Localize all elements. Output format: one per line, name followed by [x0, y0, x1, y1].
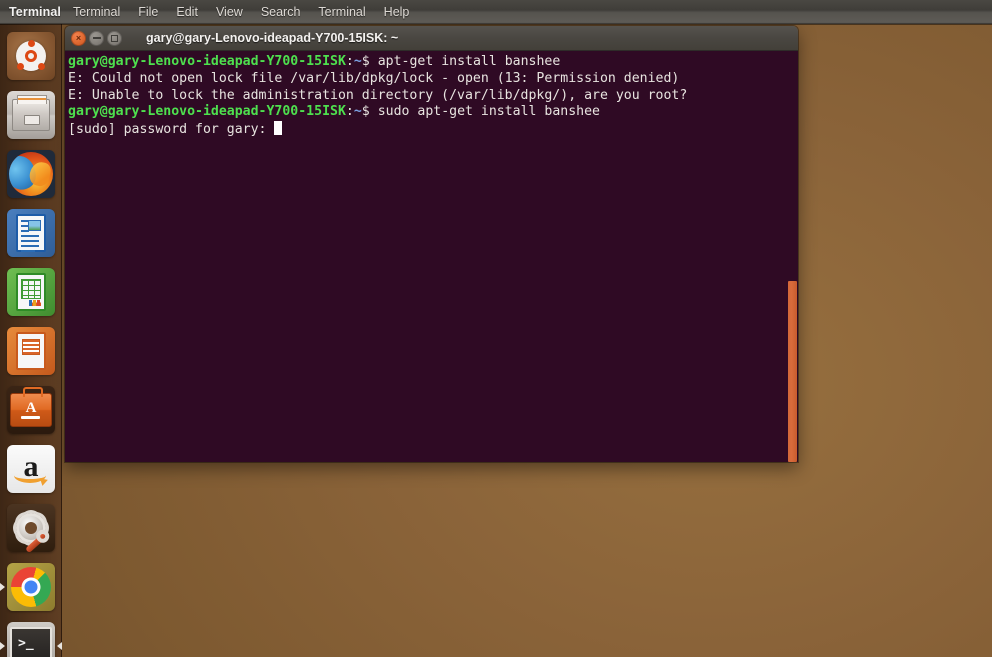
dash-dot-top	[27, 39, 35, 47]
terminal-line-2: E: Could not open lock file /var/lib/dpk…	[68, 70, 680, 86]
files-icon	[7, 90, 55, 139]
libreoffice-calc-icon	[7, 267, 55, 316]
launcher-item-dash-home[interactable]	[0, 26, 62, 85]
terminal-window[interactable]: × gary@gary-Lenovo-ideapad-Y700-15ISK: ~…	[65, 26, 798, 462]
top-panel: Terminal Terminal File Edit View Search …	[0, 0, 992, 24]
firefox-globe-shape	[9, 151, 53, 196]
desktop: Terminal Terminal File Edit View Search …	[0, 0, 992, 657]
prompt-path: ~	[353, 54, 362, 69]
terminal-scrollbar-thumb[interactable]	[788, 281, 797, 462]
menu-item-edit[interactable]: Edit	[167, 0, 207, 24]
system-settings-icon	[7, 503, 55, 552]
amazon-icon: a	[7, 444, 55, 493]
firefox-icon	[7, 149, 55, 198]
terminal-line-1-command: apt-get install banshee	[369, 54, 561, 69]
launcher-item-libreoffice-impress[interactable]	[0, 321, 62, 380]
unity-launcher: A a >_	[0, 24, 62, 657]
prompt-colon-2: :	[345, 104, 354, 120]
writer-image-shape	[28, 219, 41, 231]
menu-item-help[interactable]: Help	[375, 0, 419, 24]
libreoffice-writer-icon	[7, 208, 55, 257]
running-indicator-left	[0, 641, 5, 650]
menu-item-terminal-2[interactable]: Terminal	[309, 0, 374, 24]
circle-of-friends-icon	[16, 39, 46, 71]
prompt-sigil-2: $	[361, 104, 370, 120]
maximize-button[interactable]	[107, 30, 122, 46]
close-button[interactable]: ×	[71, 30, 86, 46]
terminal-screen-shape: >_	[10, 626, 52, 657]
google-chrome-icon	[7, 562, 55, 611]
calc-document-shape	[16, 272, 46, 311]
close-icon: ×	[75, 32, 82, 43]
launcher-item-terminal[interactable]: >_	[0, 616, 62, 657]
panel-menu-bar: Terminal File Edit View Search Terminal …	[64, 0, 418, 24]
terminal-scrollbar[interactable]	[786, 51, 798, 462]
impress-slide-shape	[22, 338, 40, 355]
launcher-item-google-chrome[interactable]	[0, 557, 62, 616]
dash-center-ring	[25, 49, 37, 62]
terminal-line-5-password-prompt: [sudo] password for gary:	[68, 122, 275, 138]
launcher-item-amazon[interactable]: a	[0, 439, 62, 498]
prompt-user-host: gary@gary-Lenovo-ideapad-Y700-15ISK	[68, 54, 346, 69]
impress-document-shape	[16, 331, 46, 370]
terminal-cursor	[274, 121, 283, 136]
prompt-colon: :	[345, 54, 354, 69]
file-handle-shape	[24, 114, 40, 125]
software-underline-shape	[21, 415, 40, 419]
chrome-wheel-shape	[11, 566, 51, 607]
software-briefcase-shape: A	[10, 386, 52, 427]
libreoffice-impress-icon	[7, 326, 55, 375]
terminal-output: gary@gary-Lenovo-ideapad-Y700-15ISK:~$ a…	[65, 51, 798, 139]
prompt-user-host-2: gary@gary-Lenovo-ideapad-Y700-15ISK	[68, 104, 346, 120]
writer-document-shape	[16, 213, 46, 252]
launcher-item-ubuntu-software[interactable]: A	[0, 380, 62, 439]
terminal-body[interactable]: gary@gary-Lenovo-ideapad-Y700-15ISK:~$ a…	[65, 51, 798, 462]
launcher-item-firefox[interactable]	[0, 144, 62, 203]
menu-item-terminal[interactable]: Terminal	[64, 0, 129, 24]
running-indicator-left	[0, 582, 5, 591]
menu-item-view[interactable]: View	[207, 0, 252, 24]
panel-app-name[interactable]: Terminal	[0, 0, 61, 24]
ubuntu-software-icon: A	[7, 385, 55, 434]
ubuntu-dash-icon	[7, 31, 55, 80]
focused-indicator-right	[57, 641, 62, 650]
minimize-icon	[92, 37, 101, 39]
terminal-line-4-command: sudo apt-get install banshee	[369, 104, 600, 120]
prompt-sigil: $	[361, 54, 370, 69]
maximize-icon	[111, 34, 118, 42]
prompt-path-2: ~	[353, 104, 362, 120]
launcher-item-system-settings[interactable]	[0, 498, 62, 557]
calc-chart-shape	[29, 294, 41, 306]
minimize-button[interactable]	[89, 30, 104, 46]
window-title: gary@gary-Lenovo-ideapad-Y700-15ISK: ~	[146, 31, 399, 45]
terminal-prompt-glyph: >_	[18, 635, 34, 651]
dash-dot-right	[38, 62, 45, 70]
menu-item-file[interactable]: File	[129, 0, 167, 24]
menu-item-search[interactable]: Search	[252, 0, 310, 24]
launcher-item-files[interactable]	[0, 85, 62, 144]
launcher-item-libreoffice-writer[interactable]	[0, 203, 62, 262]
file-papers-shape	[17, 94, 47, 104]
dash-dot-left	[17, 62, 24, 70]
software-a-glyph: A	[25, 399, 37, 416]
terminal-icon: >_	[7, 621, 55, 657]
terminal-title-bar[interactable]: × gary@gary-Lenovo-ideapad-Y700-15ISK: ~	[65, 26, 798, 51]
file-cabinet-shape	[12, 94, 50, 131]
amazon-smile-shape	[14, 468, 46, 483]
launcher-item-libreoffice-calc[interactable]	[0, 262, 62, 321]
terminal-line-3: E: Unable to lock the administration dir…	[68, 87, 688, 103]
